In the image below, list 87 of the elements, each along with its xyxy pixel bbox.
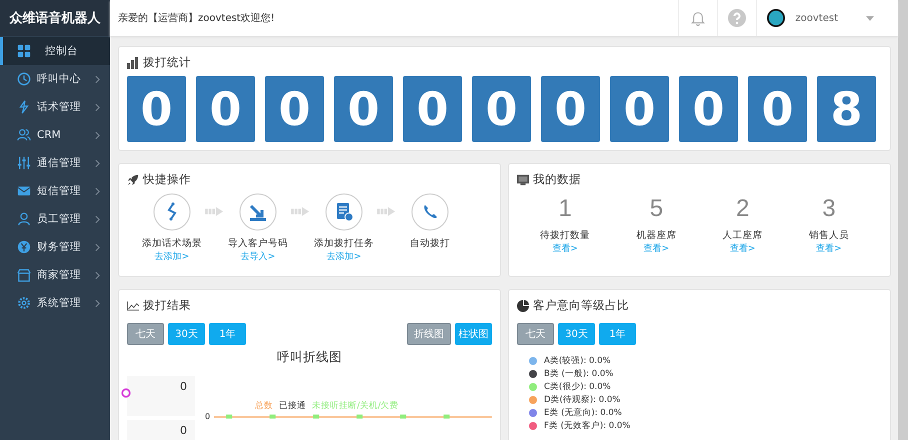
step-label: 导入客户号码 [228, 237, 288, 250]
settings-icon [17, 296, 31, 310]
sidebar-item-label: 通信管理 [37, 156, 81, 170]
grid-icon [17, 44, 31, 58]
card-title: 拨打统计 [143, 55, 191, 70]
welcome-message: 亲爱的【运营商】zoovtest欢迎您! [118, 12, 275, 25]
avatar-icon[interactable] [767, 9, 786, 27]
sidebar-item[interactable]: 系统管理 [0, 289, 110, 317]
clock-icon [17, 72, 31, 86]
sidebar-item-label: 系统管理 [37, 296, 81, 310]
stat-label: 销售人员 [808, 229, 849, 242]
bar-chart-icon [127, 56, 139, 68]
stat-value: 1 [558, 195, 572, 223]
sidebar-item-label: 话术管理 [37, 100, 81, 114]
username-label[interactable]: zoovtest [795, 12, 838, 24]
counter-digit: 0 [679, 76, 738, 142]
lightning-icon [17, 100, 31, 114]
stat-value: 5 [650, 195, 664, 223]
pie-chart-icon [517, 300, 529, 312]
line-chart-icon [127, 300, 139, 312]
legend-label[interactable]: B类 (一般): 0.0% [544, 368, 614, 380]
shop-icon [17, 268, 31, 282]
card-title: 拨打结果 [143, 298, 191, 313]
axis-tick: 0 [205, 412, 210, 421]
sidebar-item-label: 呼叫中心 [37, 72, 81, 86]
rocket-icon [127, 174, 139, 186]
sidebar-item[interactable]: 短信管理 [0, 177, 110, 205]
sidebar-item-label: 员工管理 [37, 212, 81, 226]
document-gear-icon[interactable] [325, 193, 363, 231]
sidebar-item-label: 短信管理 [37, 184, 81, 198]
sidebar-item[interactable]: 话术管理 [0, 93, 110, 121]
coin-icon [17, 240, 31, 254]
chart-title: 呼叫折线图 [276, 349, 343, 366]
sidebar-item-label: 控制台 [45, 44, 78, 58]
phone-icon[interactable] [411, 193, 449, 231]
stat-label: 待拨打数量 [540, 229, 590, 242]
step-label: 自动拨打 [410, 237, 450, 250]
counter-digit: 0 [472, 76, 531, 142]
envelope-icon [17, 184, 31, 198]
step-label: 添加话术场景 [142, 237, 202, 250]
legend-label[interactable]: D类(待观察): 0.0% [544, 394, 620, 406]
sidebar-item[interactable]: 控制台 [0, 37, 110, 65]
sidebar-item[interactable]: 通信管理 [0, 149, 110, 177]
step-arrow-icon [377, 207, 397, 216]
card-title: 我的数据 [533, 172, 581, 187]
user-icon [17, 212, 31, 226]
stat-label: 机器座席 [636, 229, 676, 242]
step-arrow-icon [205, 207, 225, 216]
counter-digit: 0 [265, 76, 324, 142]
ring-icon [121, 388, 131, 398]
sidebar-item[interactable]: 商家管理 [0, 261, 110, 289]
sidebar-item-label: 财务管理 [37, 240, 81, 254]
users-icon [17, 128, 31, 142]
legend-label[interactable]: C类(很少): 0.0% [544, 381, 611, 393]
sidebar-item-label: CRM [37, 129, 61, 141]
stat-value: 3 [822, 195, 836, 223]
legend-label[interactable]: 已接通 [279, 400, 306, 412]
sidebar-item[interactable]: 财务管理 [0, 233, 110, 261]
sidebar-item-label: 商家管理 [37, 268, 81, 282]
stat-value: 0 [180, 380, 187, 393]
sidebar-item[interactable]: 员工管理 [0, 205, 110, 233]
monitor-icon [517, 174, 529, 186]
counter-digit: 0 [610, 76, 669, 142]
card-title: 快捷操作 [143, 172, 191, 187]
counter-digit: 0 [541, 76, 600, 142]
step-label: 添加拨打任务 [314, 237, 374, 250]
caret-icon[interactable] [866, 16, 874, 20]
counter-digit: 0 [748, 76, 807, 142]
bell-icon[interactable] [691, 10, 706, 26]
step-arrow-icon [291, 207, 311, 216]
legend-label[interactable]: A类(较强): 0.0% [544, 355, 611, 367]
counter-digit: 8 [817, 76, 876, 142]
stat-label: 人工座席 [722, 229, 763, 242]
card-title: 客户意向等级占比 [533, 298, 629, 313]
stat-value: 0 [180, 424, 187, 437]
counter-digit: 0 [334, 76, 393, 142]
counter-digit: 0 [196, 76, 255, 142]
flow-icon[interactable] [153, 193, 191, 231]
app-logo-text: 众维语音机器人 [0, 0, 110, 36]
counter-digit: 0 [127, 76, 186, 142]
sidebar-item[interactable]: 呼叫中心 [0, 65, 110, 93]
counter-digit: 0 [403, 76, 462, 142]
legend-label[interactable]: F类 (无效客户): 0.0% [544, 420, 630, 432]
sidebar-item[interactable]: CRM [0, 121, 110, 149]
stat-value: 2 [736, 195, 750, 223]
legend-label[interactable]: E类 (无意向): 0.0% [544, 407, 622, 419]
sliders-icon [17, 156, 31, 170]
